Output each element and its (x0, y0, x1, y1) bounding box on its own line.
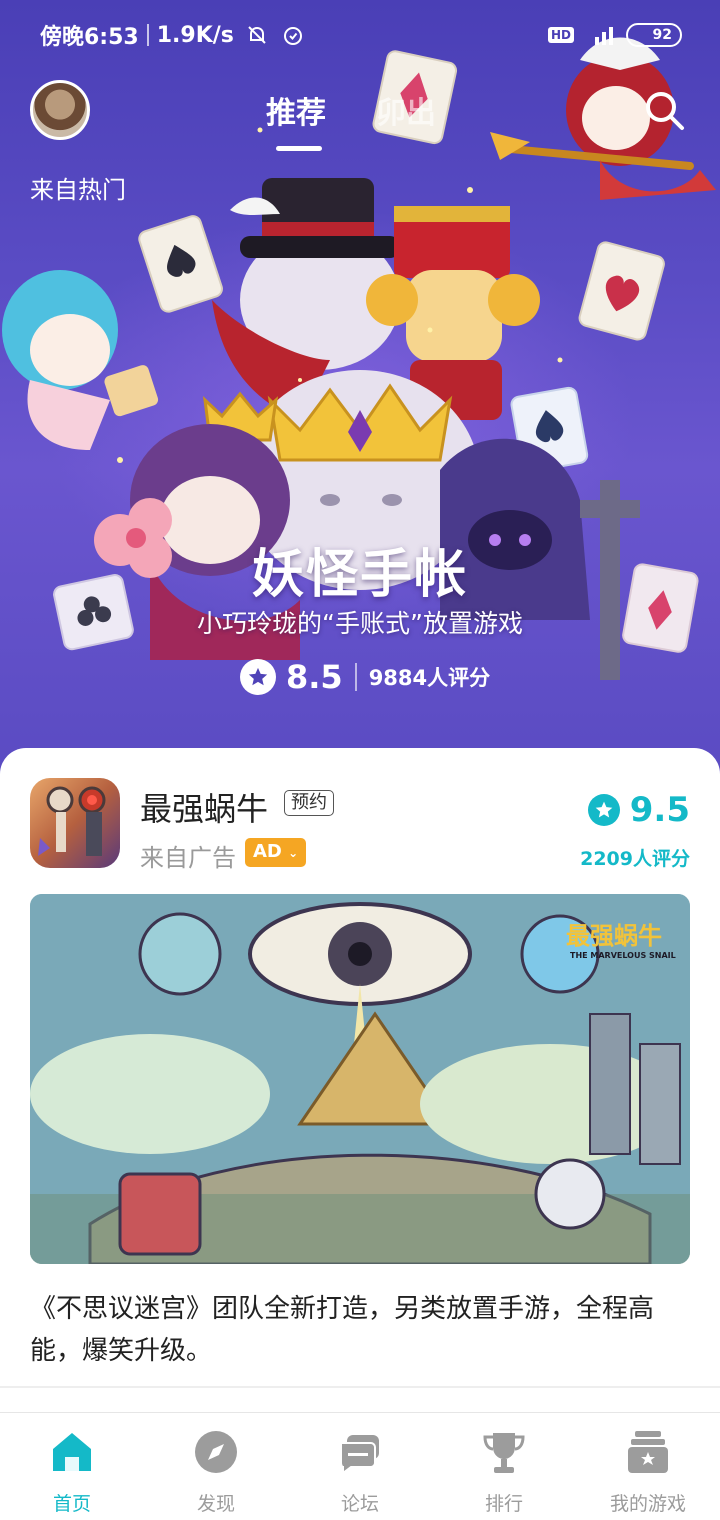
tab-secondary[interactable]: 卯出 (376, 88, 436, 132)
bottom-nav: 首页 发现 论坛 排行 我的游戏 (0, 1412, 720, 1520)
hero-game-title: 妖怪手帐 (251, 545, 468, 605)
nav-ranking-label: 排行 (484, 1493, 523, 1515)
banner-logo-cn: 最强蜗牛 (566, 922, 662, 950)
forum-icon (340, 1435, 379, 1475)
ad-badge[interactable]: AD ⌄ (245, 838, 307, 867)
battery-icon: 92 (626, 23, 682, 47)
ad-badge-label: AD (253, 841, 282, 862)
star-icon (587, 794, 620, 826)
signal-icon (592, 22, 618, 48)
nav-home-label: 首页 (52, 1493, 91, 1515)
status-time: 傍晚6:53 (40, 25, 139, 50)
alarm-icon (280, 22, 306, 48)
tab-recommend[interactable]: 推荐 (266, 88, 326, 132)
nav-discover-label: 发现 (196, 1493, 235, 1515)
spade-card (138, 215, 223, 313)
search-button[interactable] (642, 88, 686, 132)
game-description: 《不思议迷宫》团队全新打造，另类放置手游，全程高能，爆笑升级。 (30, 1294, 655, 1366)
divider (0, 1386, 720, 1388)
nav-my-games-label: 我的游戏 (609, 1493, 686, 1515)
compass-icon (195, 1431, 237, 1473)
hd-badge: HD (547, 27, 574, 43)
my-games-icon (628, 1431, 668, 1473)
card-rating-count: 2209人评分 (580, 848, 690, 870)
hero-rating-count: 9884人评分 (368, 666, 491, 690)
tab-active-indicator (276, 146, 322, 151)
card-score: 9.5 (629, 790, 690, 830)
heart-card (578, 241, 665, 341)
maid-character (2, 270, 159, 450)
nav-my-games[interactable]: 我的游戏 (576, 1413, 720, 1520)
nav-forum-label: 论坛 (340, 1493, 379, 1515)
status-right: HD 92 (547, 22, 682, 48)
nav-forum[interactable]: 论坛 (288, 1413, 432, 1520)
chevron-down-icon: ⌄ (288, 846, 299, 860)
status-separator (146, 24, 149, 46)
app-icon[interactable] (30, 778, 120, 868)
nav-discover[interactable]: 发现 (144, 1413, 288, 1520)
home-icon (53, 1433, 91, 1471)
bell-muted-icon (244, 22, 270, 48)
game-card[interactable]: 最强蜗牛 预约 来自广告 AD ⌄ 9.5 2209人评分 最强蜗牛 THE M… (0, 748, 720, 1428)
nav-home[interactable]: 首页 (0, 1413, 144, 1520)
ad-source-label: 来自广告 (140, 844, 236, 872)
hero-banner[interactable]: 傍晚6:53 1.9K/s HD 92 来自热门 推荐 卯出 妖怪手帐 小巧玲珑… (0, 0, 720, 780)
status-bar: 傍晚6:53 1.9K/s HD 92 (0, 0, 720, 70)
status-network-speed: 1.9K/s (156, 22, 234, 48)
search-icon (646, 92, 684, 130)
user-avatar[interactable] (30, 80, 90, 140)
hero-score: 8.5 (286, 658, 343, 696)
top-tabs: 推荐 卯出 (266, 88, 436, 132)
hero-game-subtitle: 小巧玲珑的“手账式”放置游戏 (197, 609, 523, 638)
game-banner-image[interactable]: 最强蜗牛 THE MARVELOUS SNAIL (30, 894, 690, 1264)
nav-ranking[interactable]: 排行 (432, 1413, 576, 1520)
trophy-icon (483, 1433, 525, 1473)
rating-separator (354, 663, 357, 691)
star-icon (240, 659, 276, 695)
hero-rating: 8.5 9884人评分 (240, 658, 490, 696)
banner-logo-en: THE MARVELOUS SNAIL (570, 951, 676, 960)
app-name[interactable]: 最强蜗牛 (140, 784, 268, 830)
reserve-badge: 预约 (284, 790, 334, 816)
card-rating: 9.5 (587, 790, 690, 830)
source-label: 来自热门 (30, 176, 126, 204)
